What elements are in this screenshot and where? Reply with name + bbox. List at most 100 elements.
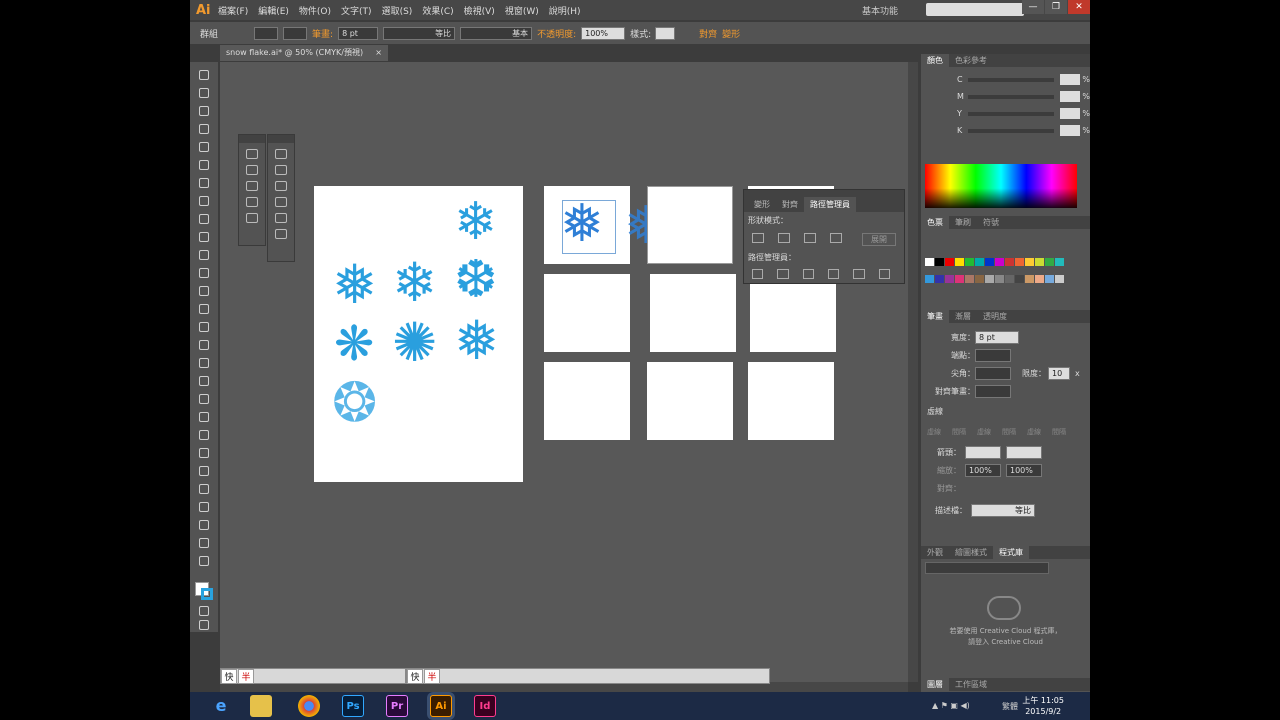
free-transform-tool-icon[interactable]	[199, 340, 209, 350]
selection-tool-icon[interactable]	[199, 70, 209, 80]
indesign-icon[interactable]: Id	[474, 695, 496, 717]
tab-pathfinder[interactable]: 路徑管理員	[804, 197, 856, 212]
rotate-tool-icon[interactable]	[199, 286, 209, 296]
width-tool-icon[interactable]	[199, 322, 209, 332]
ellipse-icon[interactable]	[275, 181, 287, 191]
trim-icon[interactable]	[777, 269, 789, 279]
polar-grid-icon[interactable]	[246, 213, 258, 223]
weight-field[interactable]: 8 pt	[975, 330, 1019, 344]
menu-view[interactable]: 檢視(V)	[464, 4, 495, 17]
close-button[interactable]: ✕	[1068, 0, 1090, 14]
black-field[interactable]	[1059, 125, 1081, 136]
shape-builder-tool-icon[interactable]	[199, 358, 209, 368]
menu-edit[interactable]: 編輯(E)	[258, 4, 289, 17]
snowflake-icon[interactable]: ❅	[454, 314, 499, 368]
end-scale-field[interactable]: 100%	[1006, 463, 1042, 477]
minus-back-icon[interactable]	[878, 269, 890, 279]
pencil-tool-icon[interactable]	[199, 250, 209, 260]
outline-icon[interactable]	[853, 269, 865, 279]
menu-window[interactable]: 視窗(W)	[505, 4, 539, 17]
snowflake-icon[interactable]: ❄	[454, 196, 498, 248]
file-explorer-icon[interactable]	[250, 695, 272, 717]
artboard-5[interactable]	[650, 274, 736, 352]
direct-selection-tool-icon[interactable]	[199, 88, 209, 98]
tab-transform[interactable]: 變形	[748, 197, 776, 212]
polygon-icon[interactable]	[275, 197, 287, 207]
canvas-area[interactable]: ❄ ❅ ❄ ❆ ❋ ✺ ❅ ❂ ❅ ❅	[220, 62, 908, 682]
unite-icon[interactable]	[752, 233, 764, 243]
artboard-4[interactable]	[544, 274, 630, 352]
line-tool-icon[interactable]	[199, 196, 209, 206]
artboard-tool-icon[interactable]	[199, 502, 209, 512]
tab-color[interactable]: 顏色	[921, 54, 949, 67]
yellow-field[interactable]	[1059, 108, 1081, 119]
snowflake-icon[interactable]: ❋	[334, 320, 374, 368]
tab-artboards[interactable]: 工作區域	[949, 678, 993, 691]
blend-tool-icon[interactable]	[199, 448, 209, 458]
dashed-line-checkbox[interactable]: 虛線	[927, 406, 1087, 417]
swatch-grid[interactable]	[925, 258, 1073, 292]
artboard-1[interactable]: ❅	[544, 186, 630, 264]
search-input[interactable]	[926, 3, 1024, 16]
profile-select[interactable]: 等比	[971, 503, 1035, 517]
input-language[interactable]: 繁體	[1002, 701, 1018, 712]
tab-stroke[interactable]: 筆畫	[921, 310, 949, 323]
ie-icon[interactable]: e	[210, 695, 232, 717]
rounded-rectangle-icon[interactable]	[275, 165, 287, 175]
document-tab[interactable]: snow flake.ai* @ 50% (CMYK/預視) ×	[220, 45, 388, 61]
hand-tool-icon[interactable]	[199, 538, 209, 548]
opacity-label[interactable]: 不透明度:	[537, 27, 576, 40]
maximize-button[interactable]: ❐	[1045, 0, 1067, 14]
type-tool-icon[interactable]	[199, 178, 209, 188]
brush-definition[interactable]: 基本	[460, 26, 533, 40]
snowflake-icon[interactable]: ✺	[392, 316, 437, 370]
ime-fast-key[interactable]: 快	[221, 668, 237, 684]
eyedropper-tool-icon[interactable]	[199, 430, 209, 440]
artboard-2[interactable]	[647, 186, 733, 264]
tab-brushes[interactable]: 筆刷	[949, 216, 977, 229]
align-stroke-buttons[interactable]	[975, 384, 1011, 398]
style-swatch[interactable]	[655, 26, 676, 40]
tab-layers[interactable]: 圖層	[921, 678, 949, 691]
stroke-weight-field[interactable]: 8 pt	[338, 26, 379, 40]
photoshop-icon[interactable]: Ps	[342, 695, 364, 717]
artboard-8[interactable]	[647, 362, 733, 440]
star-icon[interactable]	[275, 213, 287, 223]
rectangular-grid-icon[interactable]	[246, 197, 258, 207]
artboard-main[interactable]: ❄ ❅ ❄ ❆ ❋ ✺ ❅ ❂	[314, 186, 523, 482]
expand-button[interactable]: 展開	[862, 233, 896, 246]
align-link[interactable]: 對齊	[699, 27, 717, 40]
tab-graphic-styles[interactable]: 繪圖樣式	[949, 546, 993, 559]
corner-buttons[interactable]	[975, 366, 1011, 380]
menu-object[interactable]: 物件(O)	[299, 4, 331, 17]
paintbrush-tool-icon[interactable]	[199, 232, 209, 242]
flare-icon[interactable]	[275, 229, 287, 239]
system-clock[interactable]: 上午 11:05 2015/9/2	[1022, 695, 1064, 717]
black-slider[interactable]	[968, 128, 1054, 133]
premiere-icon[interactable]: Pr	[386, 695, 408, 717]
tab-symbols[interactable]: 符號	[977, 216, 1005, 229]
mesh-tool-icon[interactable]	[199, 394, 209, 404]
menu-file[interactable]: 檔案(F)	[218, 4, 248, 17]
minimize-button[interactable]: —	[1022, 0, 1044, 14]
stroke-swatch[interactable]	[283, 26, 308, 40]
tab-color-guide[interactable]: 色彩參考	[949, 54, 993, 67]
magenta-field[interactable]	[1059, 91, 1081, 102]
illustrator-icon[interactable]: Ai	[430, 695, 452, 717]
snowflake-icon[interactable]: ❆	[454, 254, 498, 306]
menu-effect[interactable]: 效果(C)	[422, 4, 453, 17]
ime-halfwidth-key[interactable]: 半	[424, 668, 440, 684]
divide-icon[interactable]	[752, 269, 764, 279]
cyan-field[interactable]	[1059, 74, 1081, 85]
eraser-tool-icon[interactable]	[199, 268, 209, 278]
tab-align[interactable]: 對齊	[776, 197, 804, 212]
menu-type[interactable]: 文字(T)	[341, 4, 372, 17]
opacity-field[interactable]: 100%	[581, 26, 626, 40]
chrome-icon[interactable]	[298, 695, 320, 717]
symbol-sprayer-tool-icon[interactable]	[199, 466, 209, 476]
ime-halfwidth-key[interactable]: 半	[238, 668, 254, 684]
stroke-label[interactable]: 筆畫:	[312, 27, 333, 40]
start-scale-field[interactable]: 100%	[965, 463, 1001, 477]
gradient-tool-icon[interactable]	[199, 412, 209, 422]
tab-gradient[interactable]: 漸層	[949, 310, 977, 323]
